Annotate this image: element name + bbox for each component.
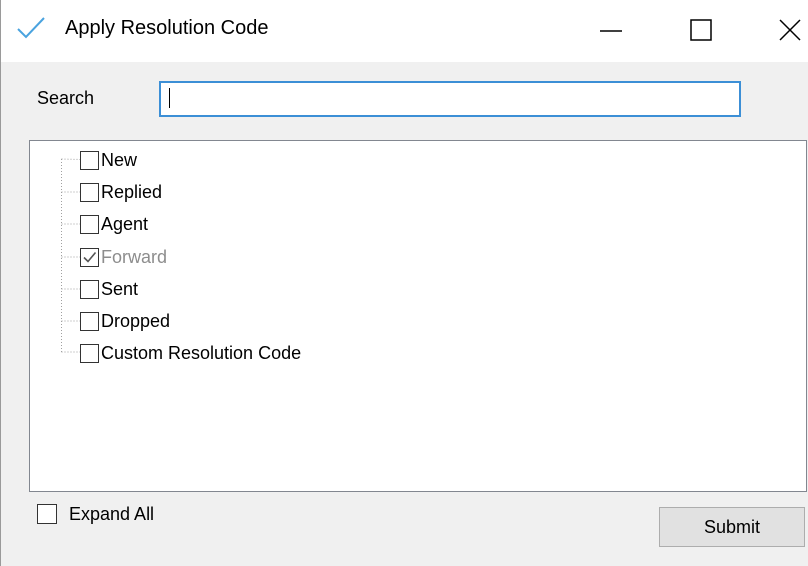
tree-item-custom-resolution-code[interactable]: Custom Resolution Code (80, 341, 301, 365)
checkbox[interactable] (80, 182, 99, 202)
tree-item-label: Forward (101, 246, 168, 267)
checkbox[interactable] (80, 214, 99, 234)
tree-item-new[interactable]: New (80, 148, 137, 172)
checkbox[interactable] (37, 504, 57, 524)
minimize-button[interactable] (591, 10, 631, 50)
tree-item-agent[interactable]: Agent (80, 212, 148, 236)
checkbox[interactable] (80, 150, 99, 170)
expand-all-checkbox[interactable]: Expand All (37, 502, 154, 526)
maximize-icon (690, 19, 712, 41)
checkmark-icon (16, 16, 46, 40)
minimize-icon (600, 30, 622, 32)
search-input[interactable] (159, 81, 741, 117)
text-caret (169, 88, 170, 108)
tree-item-label: Agent (101, 213, 149, 234)
window-title: Apply Resolution Code (65, 17, 269, 39)
checkbox[interactable] (80, 311, 99, 331)
maximize-button[interactable] (681, 10, 721, 50)
tree-item-sent[interactable]: Sent (80, 277, 138, 301)
title-bar[interactable]: Apply Resolution Code (1, 0, 808, 62)
search-label: Search (37, 88, 95, 108)
check-icon (83, 251, 97, 263)
tree-item-forward[interactable]: Forward (80, 245, 167, 269)
tree-item-replied[interactable]: Replied (80, 180, 162, 204)
tree-item-label: Custom Resolution Code (101, 342, 302, 363)
checkbox[interactable] (80, 279, 99, 299)
dialog-window: Apply Resolution Code Search New Replied… (0, 0, 808, 566)
tree-item-dropped[interactable]: Dropped (80, 309, 170, 333)
checkbox-checked[interactable] (80, 247, 99, 267)
tree-item-label: New (101, 149, 138, 170)
tree-item-label: Sent (101, 278, 139, 299)
checkbox[interactable] (80, 343, 99, 363)
tree-item-label: Dropped (101, 310, 171, 331)
resolution-code-tree[interactable]: New Replied Agent Forward Sent Dropped C… (29, 140, 807, 492)
close-button[interactable] (769, 10, 808, 50)
submit-button[interactable]: Submit (659, 507, 805, 547)
expand-all-label: Expand All (69, 503, 155, 524)
tree-item-label: Replied (101, 181, 163, 202)
close-icon (779, 19, 801, 41)
